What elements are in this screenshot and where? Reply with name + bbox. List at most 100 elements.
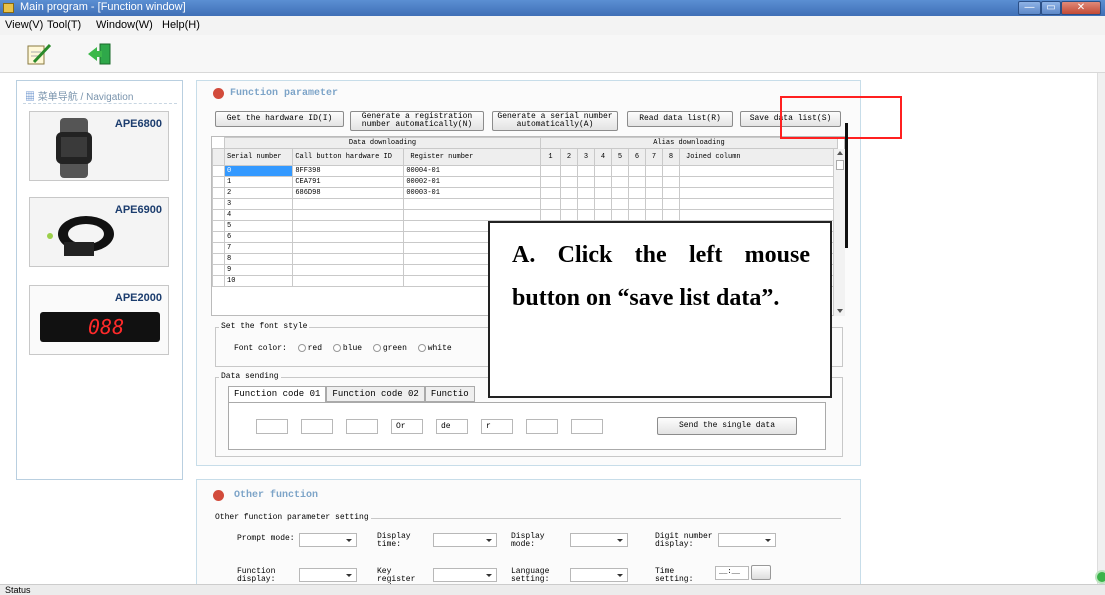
cell-alias[interactable] xyxy=(577,209,595,221)
cell-alias[interactable] xyxy=(577,165,595,177)
cell-hardware-id[interactable] xyxy=(292,242,405,254)
row-selector[interactable] xyxy=(212,275,225,287)
grid-scrollbar[interactable] xyxy=(833,149,845,316)
cell-alias[interactable] xyxy=(577,198,595,210)
cell-serial[interactable]: 7 xyxy=(223,242,294,254)
cell-alias[interactable] xyxy=(540,165,561,177)
row-selector[interactable] xyxy=(212,253,225,265)
language-select[interactable] xyxy=(570,568,628,582)
cell-register-number[interactable] xyxy=(403,209,541,221)
code-field[interactable] xyxy=(256,419,288,434)
row-selector[interactable] xyxy=(212,165,225,177)
cell-serial[interactable]: 1 xyxy=(223,176,294,188)
cell-register-number[interactable]: 00004-01 xyxy=(403,165,541,177)
code-field[interactable] xyxy=(571,419,603,434)
column-header[interactable]: Register number xyxy=(403,148,541,166)
prompt-mode-select[interactable] xyxy=(299,533,357,547)
cell-alias[interactable] xyxy=(594,176,612,188)
window-scrollbar[interactable] xyxy=(1097,73,1105,584)
cell-alias[interactable] xyxy=(611,187,629,199)
row-selector[interactable] xyxy=(212,231,225,243)
column-header[interactable]: 5 xyxy=(611,148,629,166)
table-row[interactable]: 4 xyxy=(212,209,838,221)
code-field[interactable] xyxy=(346,419,378,434)
cell-alias[interactable] xyxy=(540,176,561,188)
cell-serial[interactable]: 0 xyxy=(223,165,294,177)
cell-alias[interactable] xyxy=(662,198,680,210)
cell-alias[interactable] xyxy=(662,176,680,188)
cell-serial[interactable]: 6 xyxy=(223,231,294,243)
device-card-ape6900[interactable]: APE6900 xyxy=(29,197,169,267)
cell-register-number[interactable] xyxy=(403,198,541,210)
row-selector[interactable] xyxy=(212,187,225,199)
menu-help[interactable]: Help(H) xyxy=(162,19,200,31)
table-row[interactable]: 2 686D98 00003-01 xyxy=(212,187,838,199)
cell-alias[interactable] xyxy=(560,198,578,210)
key-register-select[interactable] xyxy=(433,568,497,582)
radio-blue[interactable] xyxy=(332,344,341,352)
cell-serial[interactable]: 10 xyxy=(223,275,294,287)
cell-alias[interactable] xyxy=(577,176,595,188)
minimize-button[interactable]: — xyxy=(1018,1,1041,15)
cell-alias[interactable] xyxy=(560,209,578,221)
device-card-ape2000[interactable]: 088 APE2000 xyxy=(29,285,169,355)
tab-function-code-01[interactable]: Function code 01 xyxy=(228,386,327,402)
cell-register-number[interactable]: 00002-01 xyxy=(403,176,541,188)
cell-alias[interactable] xyxy=(540,187,561,199)
tab-function-code-02[interactable]: Function code 02 xyxy=(326,386,425,402)
row-selector[interactable] xyxy=(212,220,225,232)
cell-serial[interactable]: 8 xyxy=(223,253,294,265)
cell-alias[interactable] xyxy=(611,198,629,210)
column-header[interactable]: Serial number xyxy=(223,148,294,166)
cell-alias[interactable] xyxy=(560,187,578,199)
exit-icon[interactable] xyxy=(86,42,114,66)
cell-alias[interactable] xyxy=(628,209,646,221)
status-icon[interactable] xyxy=(1095,570,1105,584)
edit-icon[interactable] xyxy=(26,42,52,66)
maximize-button[interactable]: ▭ xyxy=(1041,1,1061,15)
cell-serial[interactable]: 2 xyxy=(223,187,294,199)
radio-white[interactable] xyxy=(417,344,426,352)
cell-hardware-id[interactable] xyxy=(292,220,405,232)
table-row[interactable]: 1 CEA791 00002-01 xyxy=(212,176,838,188)
cell-joined[interactable] xyxy=(679,198,838,210)
column-header[interactable]: 2 xyxy=(560,148,578,166)
cell-alias[interactable] xyxy=(594,187,612,199)
row-selector[interactable] xyxy=(212,264,225,276)
cell-hardware-id[interactable] xyxy=(292,275,405,287)
device-card-ape6800[interactable]: APE6800 xyxy=(29,111,169,181)
cell-alias[interactable] xyxy=(577,187,595,199)
cell-alias[interactable] xyxy=(611,209,629,221)
radio-green[interactable] xyxy=(372,344,381,352)
cell-alias[interactable] xyxy=(662,209,680,221)
tab-function-code-03[interactable]: Functio xyxy=(424,386,475,402)
display-time-select[interactable] xyxy=(433,533,497,547)
cell-alias[interactable] xyxy=(645,209,663,221)
cell-alias[interactable] xyxy=(594,198,612,210)
cell-hardware-id[interactable] xyxy=(292,264,405,276)
cell-serial[interactable]: 9 xyxy=(223,264,294,276)
column-header[interactable]: Call button hardware ID xyxy=(292,148,405,166)
row-selector[interactable] xyxy=(212,242,225,254)
column-header[interactable]: 4 xyxy=(594,148,612,166)
cell-alias[interactable] xyxy=(645,165,663,177)
cell-serial[interactable]: 3 xyxy=(223,198,294,210)
menu-view[interactable]: View(V) xyxy=(5,19,43,31)
read-data-list-button[interactable]: Read data list(R) xyxy=(627,111,733,127)
code-field[interactable] xyxy=(526,419,558,434)
cell-hardware-id[interactable] xyxy=(292,231,405,243)
cell-alias[interactable] xyxy=(628,176,646,188)
cell-joined[interactable] xyxy=(679,176,838,188)
cell-alias[interactable] xyxy=(645,176,663,188)
column-header[interactable]: 3 xyxy=(577,148,595,166)
cell-hardware-id[interactable]: CEA791 xyxy=(292,176,405,188)
code-field[interactable]: de xyxy=(436,419,468,434)
row-selector[interactable] xyxy=(212,209,225,221)
generate-registration-number-button[interactable]: Generate a registration number automatic… xyxy=(350,111,484,131)
cell-alias[interactable] xyxy=(540,198,561,210)
generate-serial-number-button[interactable]: Generate a serial number automatically(A… xyxy=(492,111,618,131)
table-row[interactable]: 0 8FF398 00004-01 xyxy=(212,165,838,177)
cell-alias[interactable] xyxy=(611,165,629,177)
cell-hardware-id[interactable] xyxy=(292,209,405,221)
time-button[interactable] xyxy=(751,565,771,580)
